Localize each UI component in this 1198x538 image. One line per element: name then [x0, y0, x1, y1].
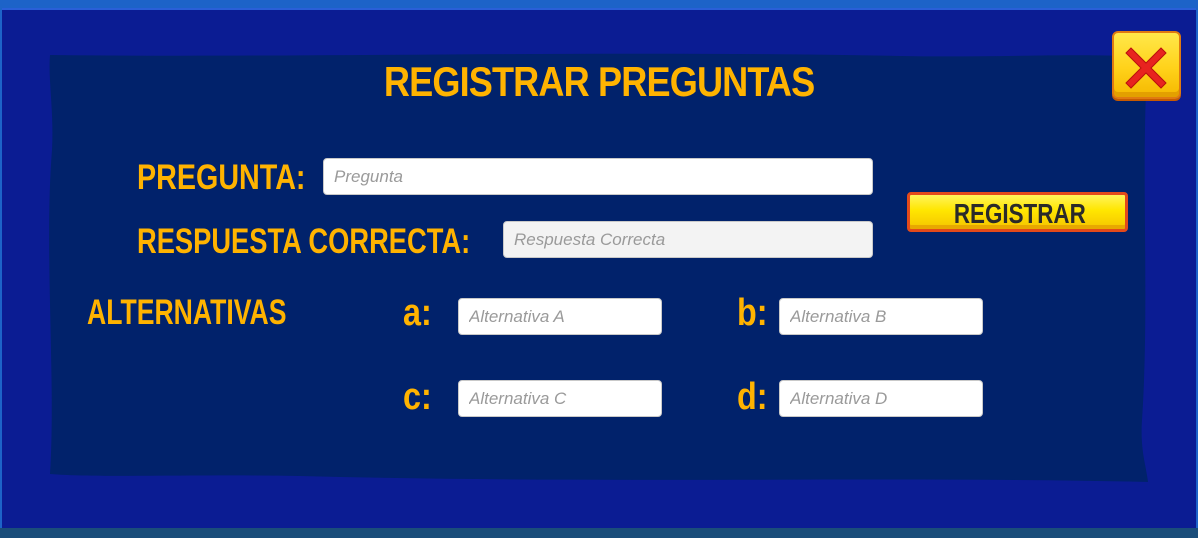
- alternative-a-letter: a:: [403, 292, 432, 334]
- close-x-shape: [1125, 47, 1167, 89]
- alternativas-label: ALTERNATIVAS: [87, 293, 287, 332]
- alternative-a-input[interactable]: [458, 298, 662, 335]
- alternative-d-letter: d:: [737, 376, 768, 418]
- game-window: REGISTRAR PREGUNTAS PREGUNTA: RESPUESTA …: [0, 0, 1198, 538]
- respuesta-correcta-input[interactable]: [503, 221, 873, 258]
- registrar-button-label: REGISTRAR: [953, 198, 1086, 229]
- respuesta-correcta-label: RESPUESTA CORRECTA:: [137, 222, 471, 261]
- close-x-icon: [1125, 47, 1167, 89]
- alternative-b-letter: b:: [737, 292, 768, 334]
- alternative-c-input[interactable]: [458, 380, 662, 417]
- pregunta-label: PREGUNTA:: [137, 158, 306, 197]
- alternative-b-input[interactable]: [779, 298, 983, 335]
- close-button[interactable]: [1112, 31, 1181, 99]
- screen-title: REGISTRAR PREGUNTAS: [383, 58, 815, 105]
- alternative-d-input[interactable]: [779, 380, 983, 417]
- cloth-background: [49, 53, 1148, 482]
- pregunta-input[interactable]: [323, 158, 873, 195]
- alternative-c-letter: c:: [403, 376, 432, 418]
- registrar-button[interactable]: REGISTRAR: [907, 192, 1128, 232]
